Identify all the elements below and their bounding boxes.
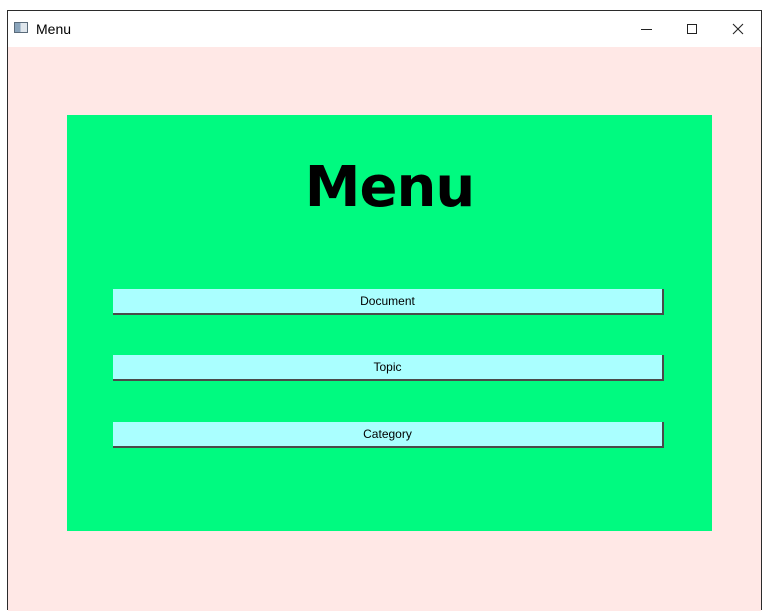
window-client-area: Menu Document Topic Category	[8, 47, 761, 611]
menu-heading: Menu	[304, 155, 475, 220]
title-bar[interactable]: Menu	[8, 11, 761, 47]
close-button[interactable]	[715, 11, 761, 47]
maximize-icon	[687, 24, 697, 34]
category-button[interactable]: Category	[113, 422, 664, 448]
document-button[interactable]: Document	[113, 289, 664, 315]
close-icon	[732, 23, 744, 35]
menu-panel: Menu Document Topic Category	[67, 115, 712, 531]
minimize-icon	[640, 29, 652, 30]
window-title: Menu	[36, 21, 72, 37]
app-icon	[14, 22, 28, 33]
minimize-button[interactable]	[623, 11, 669, 47]
topic-button[interactable]: Topic	[113, 355, 664, 381]
maximize-button[interactable]	[669, 11, 715, 47]
app-window: Menu Menu Document Topic Category	[7, 10, 762, 611]
